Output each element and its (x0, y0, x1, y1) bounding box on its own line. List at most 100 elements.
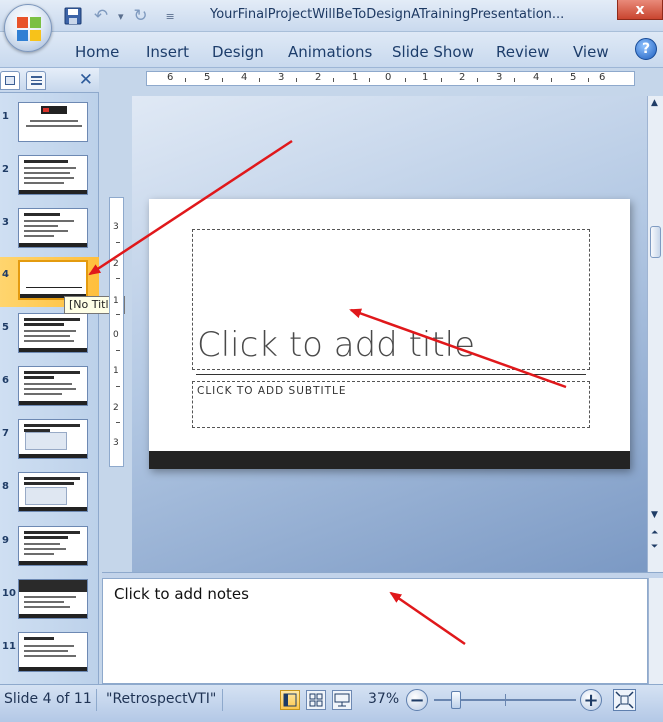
window-title: YourFinalProjectWillBeToDesignATrainingP… (210, 7, 565, 22)
ruler-label: 3 (113, 438, 119, 448)
zoom-in-button[interactable]: + (580, 689, 602, 711)
slide-thumbnail-row[interactable]: 6 (0, 363, 99, 413)
ruler-label: 3 (496, 72, 503, 83)
close-button[interactable]: x (617, 0, 663, 20)
slide-thumbnail[interactable] (18, 632, 88, 672)
zoom-in-icon: + (583, 689, 599, 711)
save-icon (64, 7, 82, 25)
redo-button[interactable]: ↻ (130, 5, 152, 27)
fit-to-window-button[interactable] (613, 689, 636, 711)
slide-show-icon (334, 693, 350, 707)
undo-dropdown-icon[interactable]: ▾ (118, 10, 124, 23)
zoom-out-icon: − (409, 689, 425, 711)
zoom-slider-midpoint (505, 694, 506, 706)
slide-thumbnail-row[interactable]: 9 (0, 523, 99, 573)
ruler-label: 0 (385, 72, 392, 83)
ruler-label: 2 (459, 72, 466, 83)
slide-thumbnail[interactable] (18, 102, 88, 142)
zoom-slider-thumb[interactable] (451, 691, 461, 709)
tab-insert[interactable]: Insert (146, 43, 189, 61)
ruler-label: 1 (113, 366, 119, 376)
slide-thumbnail-row[interactable]: 3 (0, 205, 99, 255)
scroll-down-icon[interactable]: ▼ (651, 510, 658, 520)
panel-close-button[interactable]: ✕ (79, 70, 93, 90)
slide-thumbnail-row[interactable]: 5 (0, 310, 99, 360)
slide-show-button[interactable] (332, 690, 352, 710)
tab-animations[interactable]: Animations (288, 43, 372, 61)
slide-number: 8 (2, 481, 9, 492)
undo-button[interactable]: ↶ (90, 5, 112, 27)
slide-thumbnail[interactable] (18, 419, 88, 459)
slide-thumbnail-row[interactable]: 7 (0, 416, 99, 466)
office-logo-icon (17, 17, 41, 41)
ruler-label: 1 (422, 72, 429, 83)
customize-toolbar-icon[interactable]: ≡ (166, 10, 175, 23)
slide-thumbnail[interactable] (18, 155, 88, 195)
slide-thumbnail[interactable] (18, 313, 88, 353)
zoom-level[interactable]: 37% (368, 691, 399, 707)
title-bar: ↶ ▾ ↻ ≡ YourFinalProjectWillBeToDesignAT… (0, 0, 663, 32)
slide-canvas[interactable]: Click to add title CLICK TO ADD SUBTITLE (149, 199, 630, 469)
slide-thumbnail-row[interactable]: 10 (0, 576, 99, 626)
slide-number: 9 (2, 535, 9, 546)
slides-tab-icon (5, 76, 15, 85)
scrollbar-thumb[interactable] (650, 226, 661, 258)
title-placeholder[interactable]: Click to add title (192, 229, 590, 370)
zoom-out-button[interactable]: − (406, 689, 428, 711)
slide-footer-bar (149, 451, 630, 469)
status-bar: Slide 4 of 11 "RetrospectVTI" 37% − + (0, 684, 663, 722)
help-button[interactable]: ? (635, 38, 657, 60)
slide-number: 2 (2, 164, 9, 175)
tab-slide-show[interactable]: Slide Show (392, 43, 474, 61)
slide-thumbnail[interactable] (18, 472, 88, 512)
slides-tab[interactable] (0, 71, 20, 90)
redo-icon: ↻ (133, 6, 148, 26)
normal-view-button[interactable] (280, 690, 300, 710)
notes-pane[interactable]: Click to add notes (102, 578, 648, 684)
tab-home[interactable]: Home (75, 43, 119, 61)
slide-thumbnail-row[interactable]: 8 (0, 469, 99, 519)
scroll-up-icon[interactable]: ▲ (651, 98, 658, 108)
slide-number: 7 (2, 428, 9, 439)
previous-slide-icon[interactable]: ⏶ (651, 528, 658, 538)
fit-to-window-icon (615, 691, 634, 709)
tab-review[interactable]: Review (496, 43, 550, 61)
slide-thumbnail-row[interactable]: 1 (0, 99, 99, 149)
ruler-label: 5 (204, 72, 211, 83)
outline-tab[interactable] (26, 71, 46, 90)
slides-panel: ✕ 1 2 3 4 5 6 7 8 9 10 11 (0, 68, 99, 684)
subtitle-placeholder[interactable]: CLICK TO ADD SUBTITLE (192, 381, 590, 428)
slide-thumbnail[interactable] (18, 260, 88, 300)
ribbon-tabs: Home Insert Design Animations Slide Show… (0, 32, 663, 68)
ruler-label: 2 (113, 259, 119, 269)
slide-number: 6 (2, 375, 9, 386)
ruler-label: 6 (599, 72, 606, 83)
slide-thumbnail[interactable] (18, 526, 88, 566)
save-button[interactable] (62, 5, 84, 27)
slide-count-status: Slide 4 of 11 (4, 691, 92, 707)
slide-vertical-scrollbar[interactable]: ▲ ▼ ⏶ ⏷ (647, 96, 663, 572)
next-slide-icon[interactable]: ⏷ (651, 542, 658, 552)
ruler-label: 1 (113, 296, 119, 306)
panel-tabs: ✕ (0, 68, 99, 93)
slide-number: 4 (2, 269, 9, 280)
slide-thumbnail[interactable] (18, 366, 88, 406)
slide-number: 11 (2, 641, 16, 652)
tab-design[interactable]: Design (212, 43, 264, 61)
ruler-label: 4 (241, 72, 248, 83)
office-button[interactable] (4, 4, 52, 52)
slide-sorter-icon (309, 693, 323, 707)
notes-scrollbar[interactable] (648, 578, 663, 684)
slide-thumbnail-row[interactable]: 11 (0, 629, 99, 679)
tab-view[interactable]: View (573, 43, 609, 61)
slide-number: 5 (2, 322, 9, 333)
outline-tab-icon (31, 76, 42, 85)
slide-thumbnail-row[interactable]: 2 (0, 152, 99, 202)
ruler-label: 6 (167, 72, 174, 83)
slide-thumbnail[interactable] (18, 579, 88, 619)
horizontal-ruler: 6 5 4 3 2 1 0 1 2 3 4 5 6 (146, 71, 635, 86)
slide-sorter-button[interactable] (306, 690, 326, 710)
ruler-label: 4 (533, 72, 540, 83)
vertical-ruler: 3 2 1 0 1 2 3 (109, 197, 124, 467)
slide-thumbnail[interactable] (18, 208, 88, 248)
